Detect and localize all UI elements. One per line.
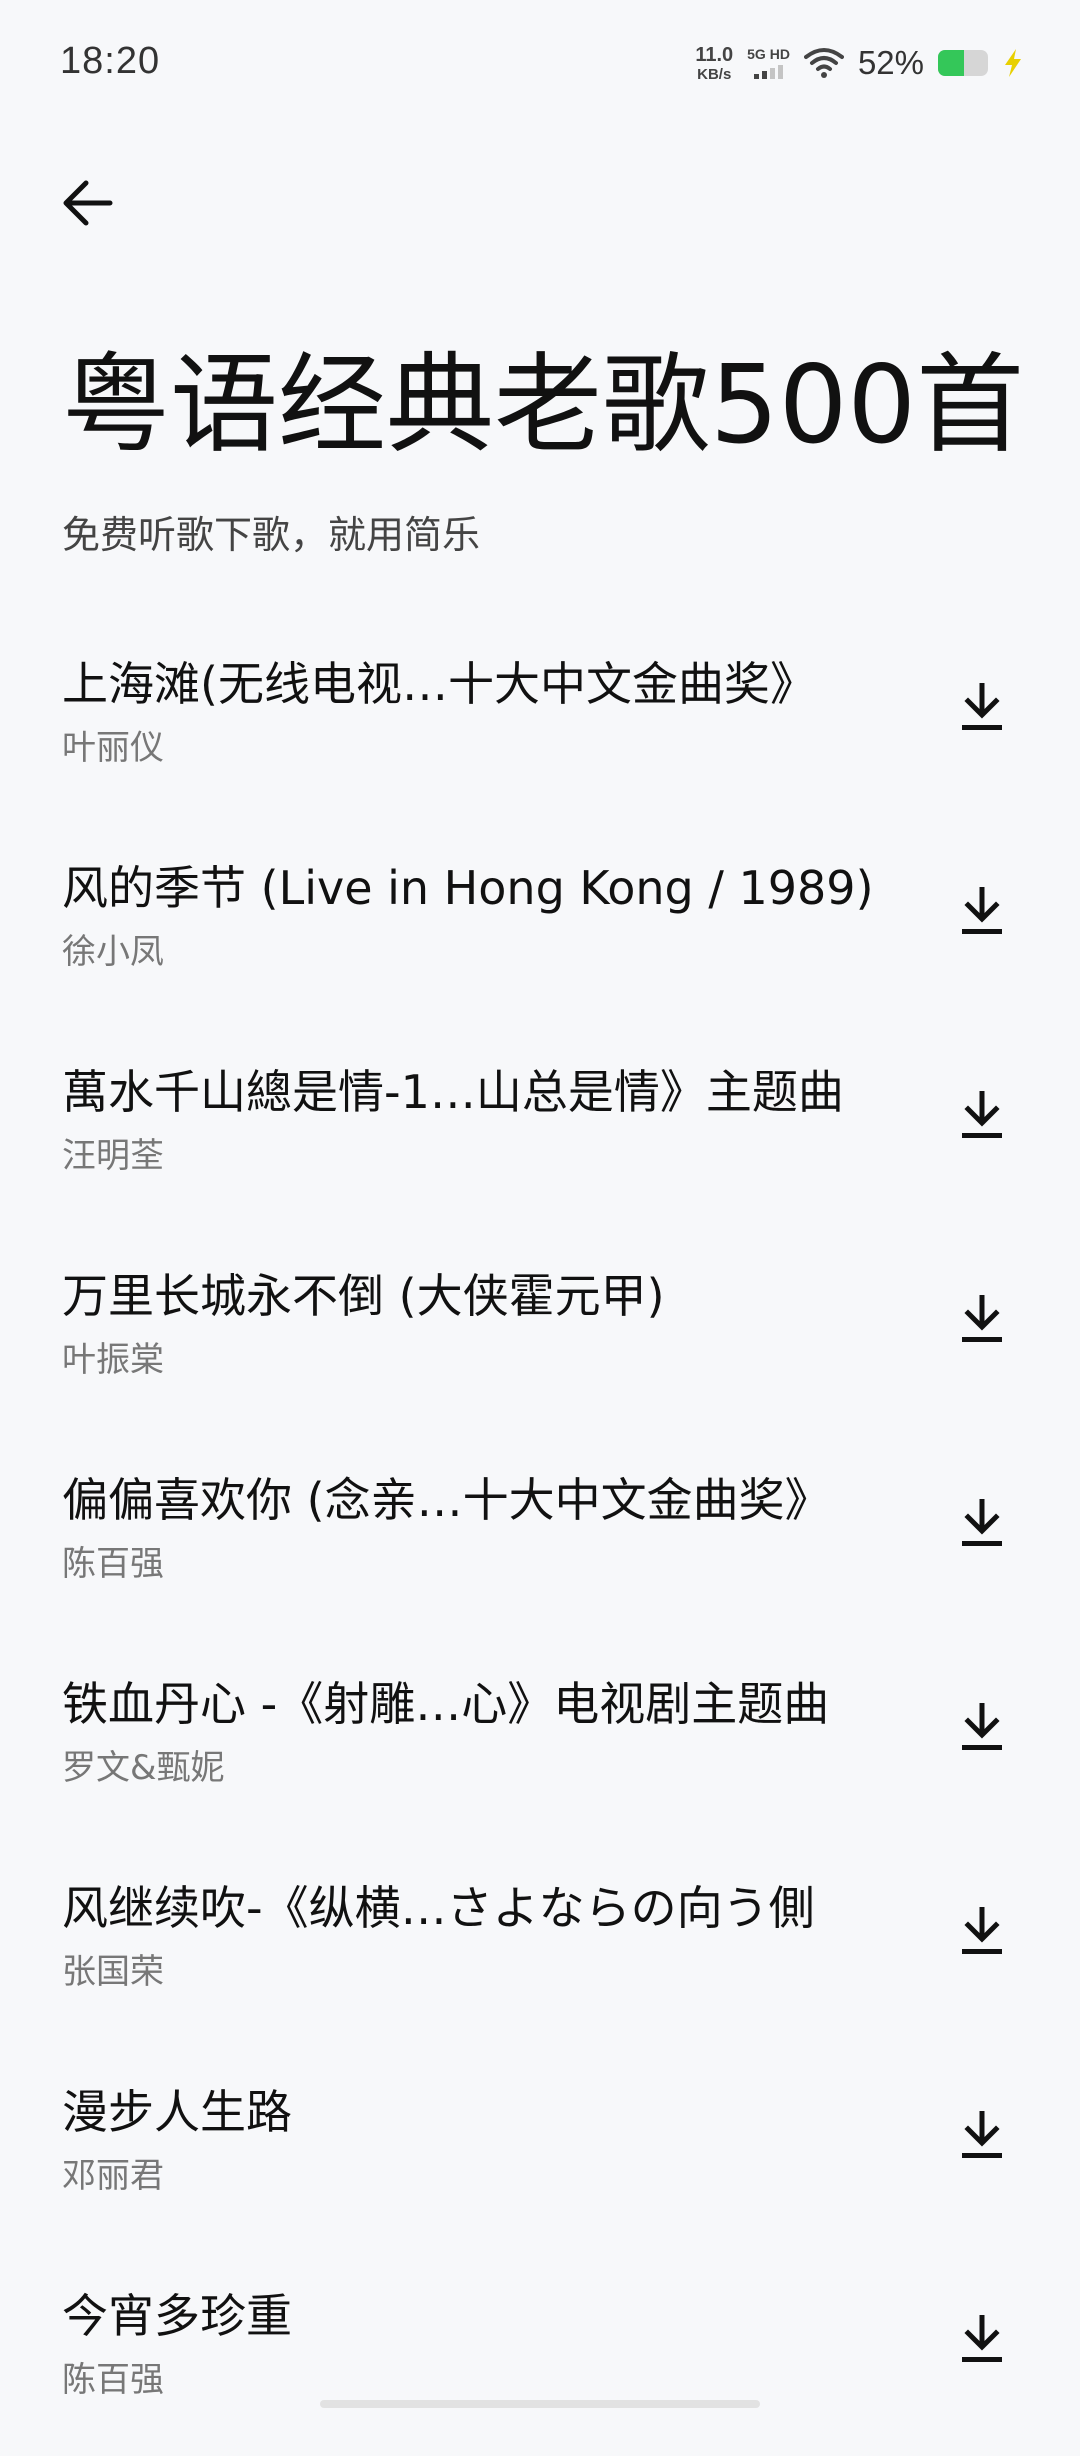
song-list-item[interactable]: 今宵多珍重 陈百强 [0,2252,1080,2456]
song-list-item[interactable]: 偏偏喜欢你 (念亲…十大中文金曲奖》陈百强 [0,1436,1080,1640]
song-list-item[interactable]: 风继续吹-《纵横…さよならの向う側张国荣 [0,1844,1080,2048]
battery-percent: 52% [857,44,924,81]
song-list: 上海滩(无线电视…十大中文金曲奖》叶丽仪风的季节 (Live in Hong K… [0,620,1080,2456]
charging-bolt-icon [1005,49,1021,77]
home-indicator [320,2400,760,2408]
battery-icon [938,50,988,76]
song-list-item[interactable]: 风的季节 (Live in Hong Kong / 1989) 徐小凤 [0,824,1080,1028]
download-button[interactable] [934,2088,1030,2184]
download-icon [962,683,1002,730]
song-artist: 陈百强 [62,1544,164,1584]
download-icon [962,1091,1002,1138]
song-list-item[interactable]: 漫步人生路 邓丽君 [0,2048,1080,2252]
song-title: 万里长城永不倒 (大侠霍元甲) [62,1269,665,1323]
download-icon [962,1499,1002,1546]
song-title: 风继续吹-《纵横…さよならの向う側 [62,1881,815,1935]
song-artist: 邓丽君 [62,2156,164,2196]
download-icon [962,1703,1002,1750]
song-artist: 张国荣 [62,1952,164,1992]
song-artist: 罗文&甄妮 [62,1748,225,1788]
song-list-item[interactable]: 铁血丹心 -《射雕…心》电视剧主题曲罗文&甄妮 [0,1640,1080,1844]
net-speed-value: 11.0 [695,43,734,66]
song-list-item[interactable]: 萬水千山總是情-1…山总是情》主题曲汪明荃 [0,1028,1080,1232]
song-artist: 叶丽仪 [62,728,164,768]
net-speed-unit: KB/s [697,65,732,83]
download-icon [962,1907,1002,1954]
download-button[interactable] [934,1476,1030,1572]
download-button[interactable] [934,1884,1030,1980]
song-title: 漫步人生路 [62,2085,292,2139]
net-speed: 11.0 KB/s [695,45,733,82]
network-label: 5G HD [747,46,790,62]
download-icon [962,887,1002,934]
download-button[interactable] [934,1068,1030,1164]
song-list-item[interactable]: 上海滩(无线电视…十大中文金曲奖》叶丽仪 [0,620,1080,824]
page-subtitle: 免费听歌下歌，就用简乐 [62,513,481,557]
download-button[interactable] [934,660,1030,756]
song-title: 偏偏喜欢你 (念亲…十大中文金曲奖》 [62,1473,831,1527]
wifi-icon [803,48,844,78]
song-artist: 叶振棠 [62,1340,164,1380]
signal-bars-icon: 5G HD [747,47,790,79]
song-title: 铁血丹心 -《射雕…心》电视剧主题曲 [62,1677,830,1731]
song-artist: 汪明荃 [62,1136,164,1176]
status-bar: 18:20 11.0 KB/s 5G HD 52% [0,0,1080,130]
download-button[interactable] [934,864,1030,960]
song-title: 风的季节 (Live in Hong Kong / 1989) [62,861,874,915]
download-button[interactable] [934,2292,1030,2388]
song-title: 上海滩(无线电视…十大中文金曲奖》 [62,657,816,711]
download-icon [962,1295,1002,1342]
download-icon [962,2315,1002,2362]
download-button[interactable] [934,1272,1030,1368]
song-title: 今宵多珍重 [62,2289,292,2343]
status-time: 18:20 [60,40,161,82]
song-artist: 陈百强 [62,2360,164,2400]
song-list-item[interactable]: 万里长城永不倒 (大侠霍元甲) 叶振棠 [0,1232,1080,1436]
download-button[interactable] [934,1680,1030,1776]
page-title: 粤语经典老歌500首 [62,343,1025,468]
song-title: 萬水千山總是情-1…山总是情》主题曲 [62,1065,844,1119]
status-icons: 11.0 KB/s 5G HD 52% [695,38,1024,88]
download-icon [962,2111,1002,2158]
song-artist: 徐小凤 [62,932,164,972]
back-arrow-icon [63,180,113,226]
back-button[interactable] [52,168,122,238]
